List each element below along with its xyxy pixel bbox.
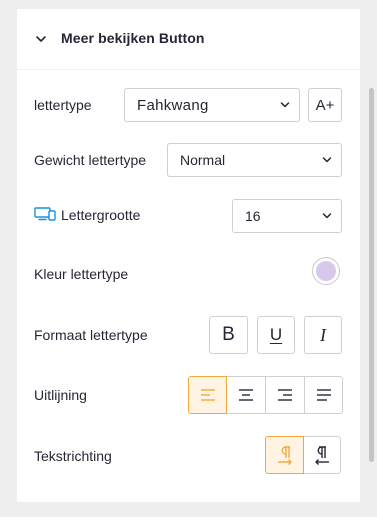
bold-icon: B <box>222 324 235 345</box>
chevron-down-icon <box>322 213 332 219</box>
align-center-button[interactable] <box>226 376 266 414</box>
chevron-down-icon <box>280 102 290 108</box>
font-color-swatch[interactable] <box>312 257 340 285</box>
direction-ltr-button[interactable] <box>265 436 304 474</box>
add-font-icon: A+ <box>315 96 335 114</box>
align-left-button[interactable] <box>188 376 227 414</box>
align-center-icon <box>239 389 253 401</box>
align-right-icon <box>278 389 292 401</box>
color-swatch-fill <box>316 261 336 281</box>
font-color-label: Kleur lettertype <box>34 266 129 282</box>
font-weight-label: Gewicht lettertype <box>34 152 147 168</box>
section-title: Meer bekijken Button <box>61 30 205 46</box>
underline-icon: U <box>269 325 283 344</box>
alignment-toggle-group <box>188 376 343 414</box>
font-format-label: Formaat lettertype <box>34 327 148 343</box>
desktop-mobile-icon[interactable] <box>34 207 56 221</box>
align-justify-icon <box>316 389 331 401</box>
italic-icon: I <box>320 324 326 345</box>
scrollbar[interactable] <box>369 88 374 462</box>
alignment-label: Uitlijning <box>34 387 87 403</box>
font-size-label: Lettergrootte <box>61 207 141 223</box>
align-right-button[interactable] <box>265 376 305 414</box>
add-font-button[interactable]: A+ <box>308 88 342 122</box>
italic-button[interactable]: I <box>304 316 342 354</box>
chevron-down-icon <box>322 157 332 163</box>
text-direction-label: Tekstrichting <box>34 448 112 464</box>
align-justify-button[interactable] <box>304 376 343 414</box>
font-family-label: lettertype <box>34 97 92 113</box>
underline-button[interactable]: U <box>257 316 295 354</box>
font-size-value: 16 <box>245 208 261 224</box>
direction-rtl-button[interactable] <box>303 436 341 474</box>
pilcrow-rtl-icon <box>315 446 329 465</box>
settings-panel: Meer bekijken Button lettertype Fahkwang… <box>17 9 360 502</box>
font-weight-select[interactable]: Normal <box>167 143 342 177</box>
pilcrow-ltr-icon <box>277 446 292 465</box>
font-weight-value: Normal <box>180 152 226 168</box>
bold-button[interactable]: B <box>209 316 248 354</box>
chevron-down-icon <box>36 36 46 42</box>
align-left-icon <box>200 389 215 401</box>
section-header-toggle[interactable]: Meer bekijken Button <box>17 9 360 69</box>
font-family-value: Fahkwang <box>137 96 209 114</box>
font-family-select[interactable]: Fahkwang <box>124 88 300 122</box>
text-direction-toggle-group <box>265 436 341 474</box>
font-size-select[interactable]: 16 <box>232 199 342 233</box>
section-divider <box>17 69 360 70</box>
